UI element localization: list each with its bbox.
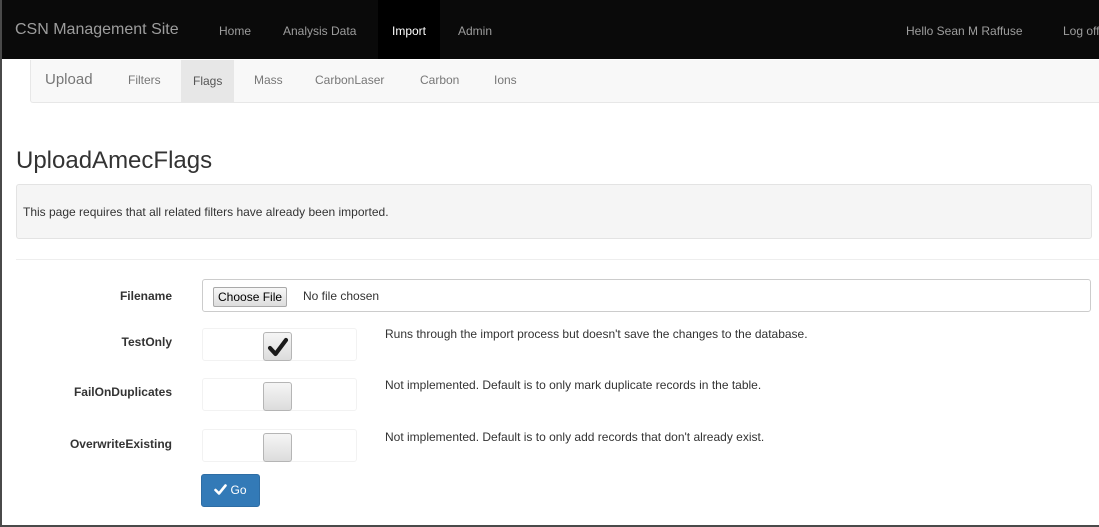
- testonly-help: Runs through the import process but does…: [385, 327, 808, 341]
- top-navbar: CSN Management Site Home Analysis Data I…: [2, 0, 1099, 59]
- subnav-ions[interactable]: Ions: [494, 73, 517, 87]
- checkmark-icon: [267, 337, 289, 357]
- logoff-link[interactable]: Log off: [1063, 24, 1099, 38]
- subnav-brand-upload[interactable]: Upload: [45, 71, 93, 88]
- nav-home[interactable]: Home: [219, 24, 251, 38]
- filename-field[interactable]: Choose File No file chosen: [202, 279, 1091, 312]
- app-frame: CSN Management Site Home Analysis Data I…: [0, 0, 1099, 527]
- subnav-carbon[interactable]: Carbon: [420, 73, 459, 87]
- go-button[interactable]: Go: [201, 474, 260, 507]
- failonduplicates-help: Not implemented. Default is to only mark…: [385, 378, 762, 392]
- failonduplicates-label: FailOnDuplicates: [73, 385, 172, 399]
- testonly-label: TestOnly: [121, 335, 172, 349]
- subnav-mass[interactable]: Mass: [254, 73, 283, 87]
- subnav-flags[interactable]: Flags: [181, 60, 235, 102]
- check-icon: [214, 484, 228, 496]
- notice-well: This page requires that all related filt…: [16, 184, 1092, 239]
- file-status: No file chosen: [303, 289, 380, 303]
- subnav-carbonlaser[interactable]: CarbonLaser: [315, 73, 384, 87]
- upload-subnav: Upload Filters Flags Mass CarbonLaser Ca…: [30, 60, 1099, 103]
- choose-file-button[interactable]: Choose File: [213, 287, 288, 307]
- failonduplicates-checkbox[interactable]: [263, 382, 292, 411]
- nav-analysis-data[interactable]: Analysis Data: [283, 24, 356, 38]
- page-title: UploadAmecFlags: [16, 147, 213, 174]
- nav-import[interactable]: Import: [378, 0, 441, 59]
- overwriteexisting-label: OverwriteExisting: [69, 437, 172, 451]
- user-greeting[interactable]: Hello Sean M Raffuse: [906, 24, 1023, 38]
- go-button-label: Go: [230, 483, 247, 497]
- nav-admin[interactable]: Admin: [458, 24, 492, 38]
- site-brand[interactable]: CSN Management Site: [15, 21, 179, 39]
- overwriteexisting-field: [202, 429, 357, 462]
- filename-label: Filename: [119, 289, 172, 303]
- overwriteexisting-checkbox[interactable]: [263, 433, 292, 462]
- divider: [16, 259, 1099, 260]
- overwriteexisting-help: Not implemented. Default is to only add …: [385, 430, 765, 444]
- notice-text: This page requires that all related filt…: [23, 205, 389, 219]
- failonduplicates-field: [202, 378, 357, 411]
- subnav-filters[interactable]: Filters: [128, 73, 161, 87]
- testonly-checkbox[interactable]: [263, 332, 292, 361]
- testonly-field: [202, 328, 357, 361]
